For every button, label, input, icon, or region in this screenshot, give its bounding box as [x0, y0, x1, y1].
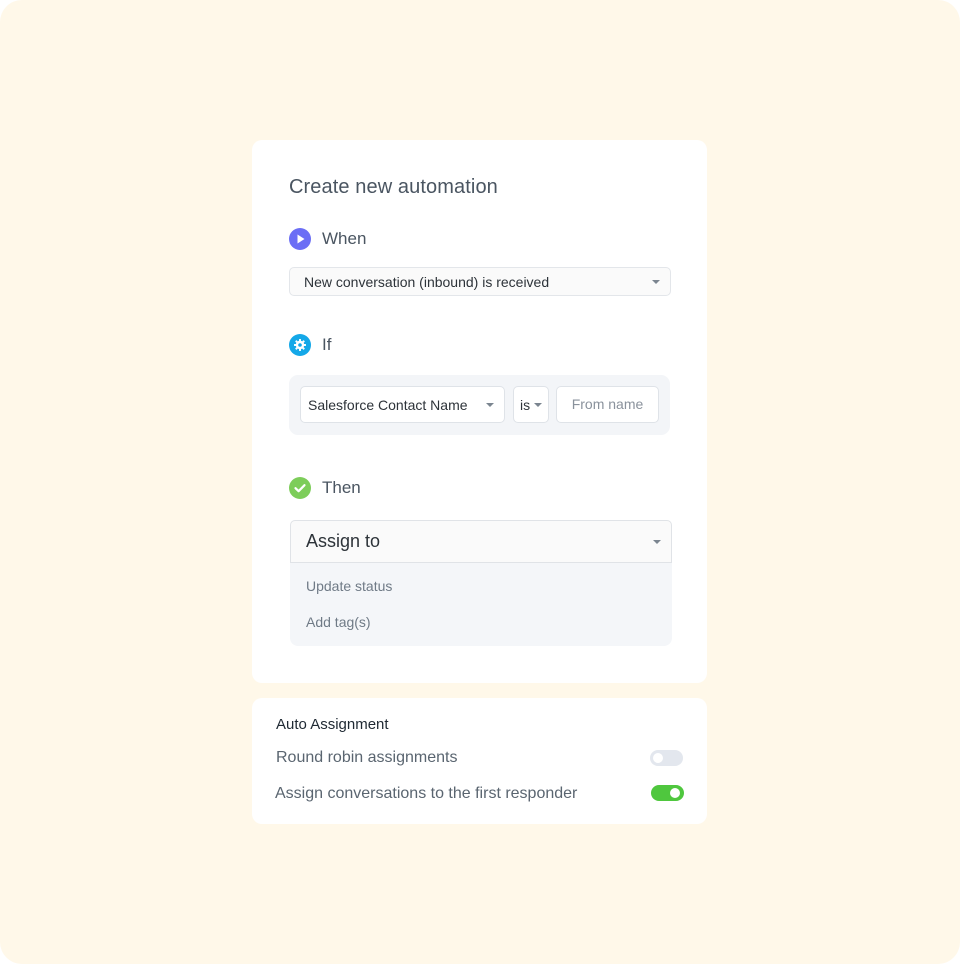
first-responder-toggle[interactable] [651, 785, 684, 801]
round-robin-toggle[interactable] [650, 750, 683, 766]
play-icon [289, 228, 311, 250]
first-responder-label: Assign conversations to the first respon… [275, 785, 578, 802]
auto-assignment-heading: Auto Assignment [276, 716, 389, 733]
chevron-down-icon [486, 402, 494, 407]
condition-field-select[interactable]: Salesforce Contact Name [300, 386, 505, 423]
toggle-knob [653, 753, 663, 763]
page-title: Create new automation [289, 176, 498, 198]
action-select[interactable]: Assign to [290, 520, 672, 563]
then-label: Then [322, 478, 361, 497]
condition-field-value: Salesforce Contact Name [308, 396, 468, 413]
action-dropdown-menu: Update status Add tag(s) [290, 563, 672, 646]
if-section: If [289, 334, 331, 356]
condition-value-input[interactable]: From name [556, 386, 659, 423]
round-robin-label: Round robin assignments [276, 749, 458, 766]
trigger-value: New conversation (inbound) is received [304, 273, 550, 290]
chevron-down-icon [652, 279, 660, 284]
chevron-down-icon [653, 539, 661, 544]
chevron-down-icon [534, 402, 542, 407]
then-section: Then [289, 477, 361, 499]
when-section: When [289, 228, 366, 250]
auto-assignment-card: Auto Assignment Round robin assignments … [252, 698, 707, 824]
condition-row: Salesforce Contact Name is From name [289, 375, 670, 435]
action-value: Assign to [306, 531, 381, 551]
if-label: If [322, 335, 332, 354]
when-label: When [322, 229, 367, 248]
page-background: Create new automation When New conversat… [0, 0, 960, 964]
menu-item-update-status[interactable]: Update status [306, 578, 392, 594]
trigger-select[interactable]: New conversation (inbound) is received [289, 267, 671, 296]
check-icon [289, 477, 311, 499]
gear-icon [289, 334, 311, 356]
automation-card: Create new automation When New conversat… [252, 140, 707, 683]
menu-item-add-tags[interactable]: Add tag(s) [306, 614, 371, 630]
toggle-knob [670, 788, 680, 798]
condition-operator-select[interactable]: is [513, 386, 549, 423]
condition-operator-value: is [520, 396, 531, 413]
